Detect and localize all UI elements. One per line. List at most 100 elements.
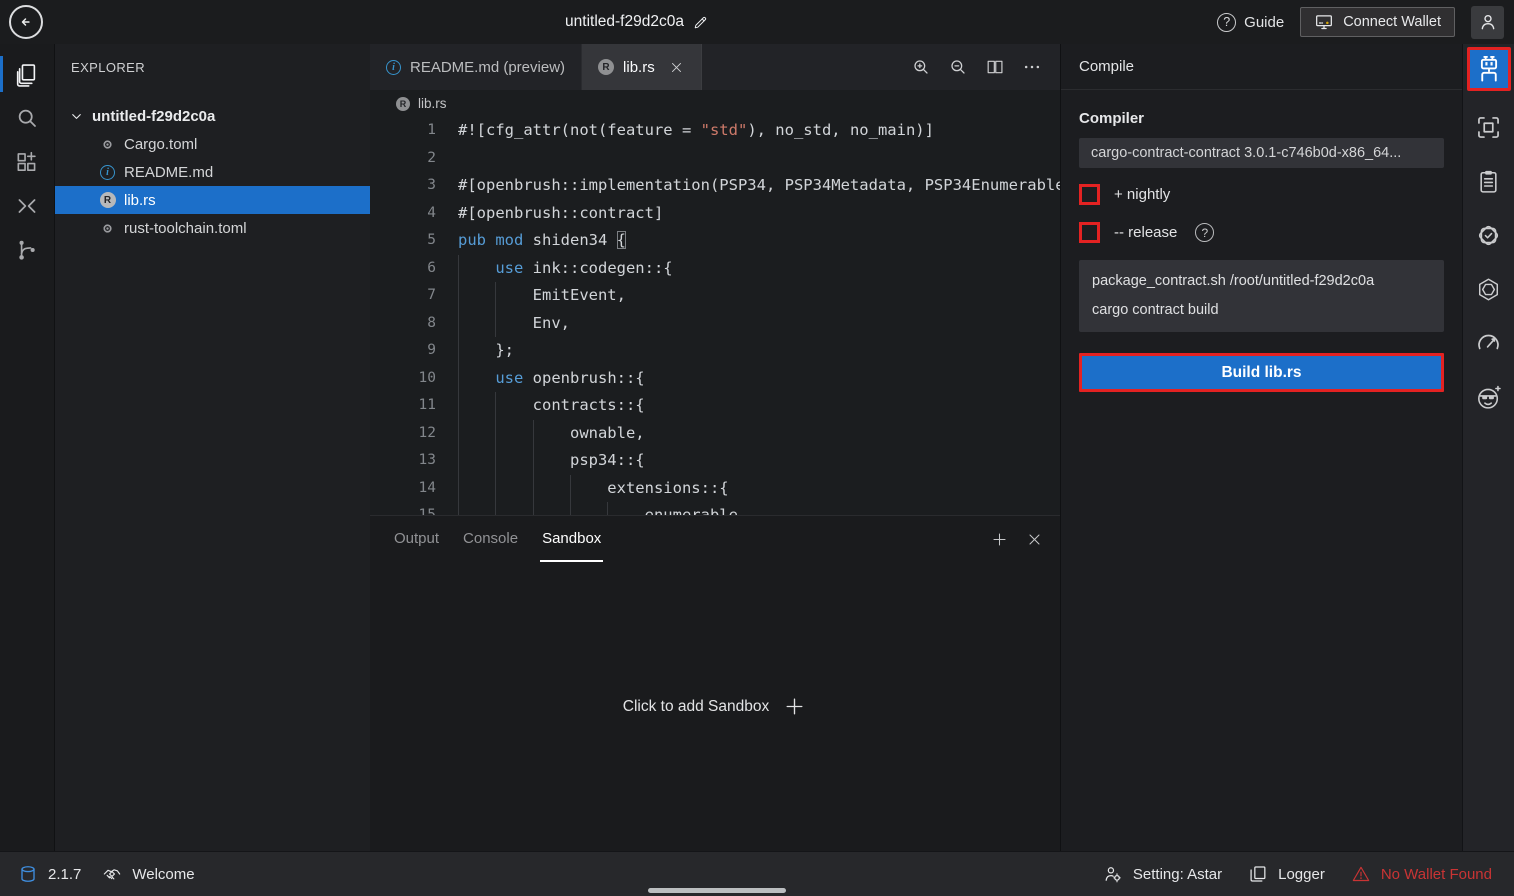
status-wallet-warning[interactable]: No Wallet Found (1351, 864, 1492, 884)
root-folder-label: untitled-f29d2c0a (92, 108, 215, 125)
compiler-label: Compiler (1079, 110, 1444, 127)
line-number: 8 (370, 310, 436, 338)
line-number: 11 (370, 392, 436, 420)
plugin-tasks[interactable] (1475, 154, 1502, 208)
scan-icon (1475, 114, 1502, 141)
panel-actions (990, 530, 1044, 549)
add-sandbox-button[interactable]: Click to add Sandbox (370, 562, 1060, 851)
plugin-deploy[interactable] (1475, 100, 1502, 154)
more-icon[interactable] (1022, 57, 1042, 77)
file-item[interactable]: i README.md (55, 158, 370, 186)
panel-tabbar: Output Console Sandbox (370, 516, 1060, 562)
back-button[interactable] (9, 5, 43, 39)
code-line: 6 use ink::codegen::{ (370, 255, 1060, 283)
gauge-icon (1475, 330, 1502, 357)
panel-tab[interactable]: Output (392, 516, 441, 562)
build-command-line: package_contract.sh /root/untitled-f29d2… (1092, 267, 1431, 296)
line-number: 4 (370, 200, 436, 228)
editor-tab[interactable]: iREADME.md (preview) (370, 44, 582, 90)
status-label: Welcome (132, 866, 194, 883)
nightly-checkbox[interactable] (1079, 184, 1100, 205)
clipboard-icon (1475, 168, 1502, 195)
activity-item-source-control[interactable] (0, 230, 55, 270)
compiler-select[interactable]: cargo-contract-contract 3.0.1-c746b0d-x8… (1079, 138, 1444, 168)
handshake-icon (102, 864, 122, 884)
titlebar-actions: ? Guide Connect Wallet (1217, 0, 1504, 44)
copy-icon (1248, 864, 1268, 884)
explorer-header: EXPLORER (55, 44, 370, 90)
status-version: 2.1.7 (18, 864, 81, 884)
rust-icon: R (396, 97, 410, 111)
file-label: lib.rs (124, 192, 156, 209)
info-icon: i (100, 165, 115, 180)
guide-button[interactable]: ? Guide (1217, 13, 1284, 32)
grid-plus-icon (14, 149, 40, 175)
plugin-verify[interactable] (1475, 208, 1502, 262)
activity-item-search[interactable] (0, 98, 55, 138)
close-tab-icon[interactable] (668, 59, 685, 76)
code-line: 12 ownable, (370, 420, 1060, 448)
code-line: 1 #![cfg_attr(not(feature = "std"), no_s… (370, 117, 1060, 145)
code-line: 5 pub mod shiden34 { (370, 227, 1060, 255)
line-number: 15 (370, 502, 436, 515)
code-line: 10 use openbrush::{ (370, 365, 1060, 393)
zoom-out-icon[interactable] (948, 57, 968, 77)
plugin-ai-assistant[interactable] (1475, 262, 1502, 316)
editor-tab[interactable]: Rlib.rs (582, 44, 702, 90)
warning-icon (1351, 864, 1371, 884)
build-button[interactable]: Build lib.rs (1079, 353, 1444, 392)
status-logger[interactable]: Logger (1248, 864, 1325, 884)
info-icon: i (386, 60, 401, 75)
plugin-sandbox[interactable] (1475, 370, 1502, 424)
help-icon: ? (1217, 13, 1236, 32)
code-line: 14 extensions::{ (370, 475, 1060, 503)
editor-column: iREADME.md (preview) Rlib.rs R lib.rs 1 … (370, 44, 1060, 851)
code-editor[interactable]: 1 #![cfg_attr(not(feature = "std"), no_s… (370, 117, 1060, 515)
code-line: 9 }; (370, 337, 1060, 365)
code-line: 2 (370, 145, 1060, 173)
activity-item-collapse[interactable] (0, 186, 55, 226)
line-number: 6 (370, 255, 436, 283)
status-setting[interactable]: Setting: Astar (1103, 864, 1222, 884)
breadcrumb-label: lib.rs (418, 96, 447, 111)
file-item[interactable]: Cargo.toml (55, 130, 370, 158)
gear-icon (100, 137, 115, 152)
code-line: 3 #[openbrush::implementation(PSP34, PSP… (370, 172, 1060, 200)
plugin-bar (1462, 44, 1514, 851)
activity-item-explorer[interactable] (0, 54, 55, 94)
plugin-gas-meter[interactable] (1475, 316, 1502, 370)
split-icon[interactable] (985, 57, 1005, 77)
rename-pencil-icon[interactable] (692, 14, 709, 31)
account-avatar[interactable] (1471, 6, 1504, 39)
line-number: 5 (370, 227, 436, 255)
close-panel-icon[interactable] (1025, 530, 1044, 549)
git-branch-icon (14, 237, 40, 263)
plugin-compile[interactable] (1467, 47, 1511, 91)
release-option: -- release ? (1079, 222, 1444, 243)
zoom-in-icon[interactable] (911, 57, 931, 77)
release-checkbox[interactable] (1079, 222, 1100, 243)
build-command-box[interactable]: package_contract.sh /root/untitled-f29d2… (1079, 260, 1444, 332)
status-welcome[interactable]: Welcome (102, 864, 194, 884)
project-title: untitled-f29d2c0a (565, 0, 709, 44)
seal-check-icon (1475, 222, 1502, 249)
file-item[interactable]: rust-toolchain.toml (55, 214, 370, 242)
panel-tab[interactable]: Sandbox (540, 516, 603, 562)
nightly-option: + nightly (1079, 184, 1444, 205)
add-panel-icon[interactable] (990, 530, 1009, 549)
code-line: 13 psp34::{ (370, 447, 1060, 475)
line-number: 7 (370, 282, 436, 310)
add-sandbox-label: Click to add Sandbox (623, 698, 769, 716)
panel-tab[interactable]: Console (461, 516, 520, 562)
file-tree: untitled-f29d2c0a Cargo.toml iREADME.md … (55, 90, 370, 242)
main-area: EXPLORER untitled-f29d2c0a Cargo.toml iR… (0, 44, 1514, 851)
activity-item-plugin-manager[interactable] (0, 142, 55, 182)
code-line: 7 EmitEvent, (370, 282, 1060, 310)
file-label: README.md (124, 164, 213, 181)
person-icon (1478, 12, 1498, 32)
line-number: 12 (370, 420, 436, 448)
connect-wallet-button[interactable]: Connect Wallet (1300, 7, 1455, 37)
release-help-icon[interactable]: ? (1195, 223, 1214, 242)
tree-root-folder[interactable]: untitled-f29d2c0a (55, 102, 370, 130)
file-item[interactable]: Rlib.rs (55, 186, 370, 214)
